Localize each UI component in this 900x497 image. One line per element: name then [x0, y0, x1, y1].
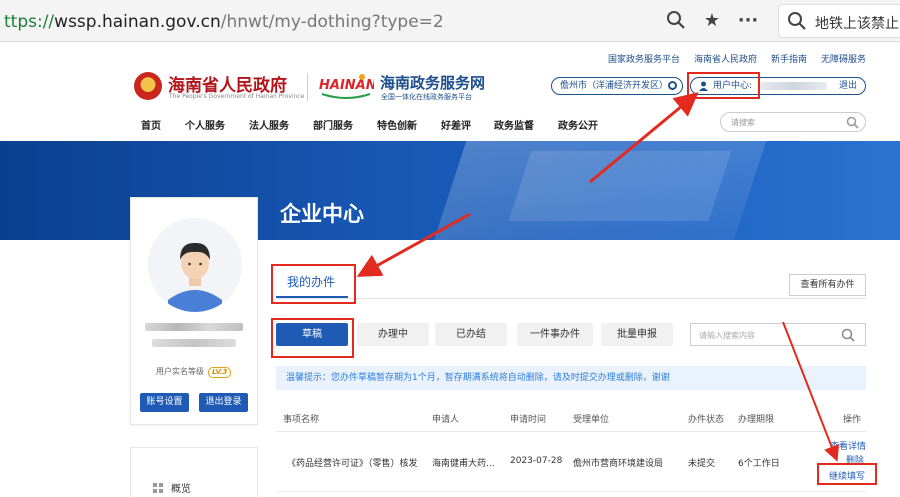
more-icon[interactable]: ··· [737, 10, 759, 32]
column-header: 申请人 [432, 415, 460, 425]
grid-icon [153, 483, 163, 493]
top-link[interactable]: 新手指南 [771, 55, 807, 65]
view-details-link[interactable]: 查看详情 [830, 439, 866, 452]
address-bar[interactable]: ttps://wssp.hainan.gov.cn/hnwt/my-dothin… [0, 4, 774, 38]
nav-item[interactable]: 部门服务 [313, 117, 353, 132]
filter-tab-one-thing[interactable]: 一件事办件 [517, 323, 593, 346]
annotation-box-continue [817, 463, 877, 485]
deadline: 6个工作日 [738, 459, 780, 469]
table-header-divider [276, 431, 866, 432]
header-logout-link[interactable]: 退出 [839, 78, 857, 94]
column-header: 申请时间 [510, 415, 547, 425]
status: 未提交 [688, 459, 716, 469]
side-menu [130, 447, 258, 497]
real-name-level-label: 用户实名等级 [156, 367, 204, 376]
row-divider [276, 491, 866, 492]
annotation-box-my-items [271, 264, 356, 304]
column-header: 事项名称 [283, 415, 320, 425]
site-search-placeholder: 请搜索 [731, 118, 755, 127]
column-header: 受理单位 [573, 415, 610, 425]
service-subtitle: 全国一体化在线政务服务平台 [381, 93, 472, 101]
applicant: 海南健甫大药... [432, 459, 495, 469]
username-redacted [759, 82, 827, 90]
browser-toolbar: ttps://wssp.hainan.gov.cn/hnwt/my-dothin… [0, 0, 900, 42]
side-menu-item-overview[interactable]: 概览 [153, 480, 191, 495]
nav-item[interactable]: 个人服务 [185, 117, 225, 132]
apply-date: 2023-07-28 [510, 456, 563, 466]
nav-item[interactable]: 政务监督 [494, 117, 534, 132]
star-icon[interactable]: ★ [701, 10, 723, 32]
tip-banner: 温馨提示：您办件草稿暂存期为1个月，暂存期满系统将自动删除，请及时提交办理或删除… [276, 366, 866, 390]
browser-search-text: 地铁上该禁止 [815, 16, 899, 32]
logout-button[interactable]: 退出登录 [199, 393, 248, 412]
region-label: 儋州市（洋浦经济开发区） [560, 81, 669, 91]
user-name-redacted [145, 323, 243, 331]
list-search-placeholder: 请输入搜索内容 [699, 331, 755, 340]
nav-item[interactable]: 特色创新 [377, 117, 417, 132]
annotation-box-user-center [687, 72, 760, 99]
item-name: 《药品经营许可证》（零售）核发 [287, 459, 418, 469]
hainan-logo[interactable]: HAINAN [318, 72, 377, 102]
location-pin-icon [668, 81, 677, 90]
nav-item[interactable]: 法人服务 [249, 117, 289, 132]
service-title[interactable]: 海南政务服务网 [380, 72, 485, 93]
nav-item[interactable]: 首页 [141, 117, 161, 132]
user-id-redacted [152, 339, 236, 347]
avatar [148, 218, 242, 312]
top-link[interactable]: 无障碍服务 [821, 55, 866, 65]
real-name-level: 用户实名等级 LV.3 [156, 366, 232, 378]
banner-screen-graphic [508, 151, 732, 221]
url-text: ttps://wssp.hainan.gov.cn/hnwt/my-dothin… [4, 12, 444, 32]
svg-text:HAINAN: HAINAN [319, 78, 374, 93]
list-search-input[interactable]: 请输入搜索内容 [690, 323, 866, 346]
annotation-box-draft [271, 318, 354, 358]
column-header: 操作 [843, 415, 862, 425]
filter-tab-batch[interactable]: 批量申报 [601, 323, 673, 346]
handling-unit: 儋州市营商环境建设局 [573, 459, 664, 469]
region-selector[interactable]: 儋州市（洋浦经济开发区） [551, 77, 683, 95]
site-search-input[interactable]: 请搜索 [720, 112, 866, 132]
national-emblem-icon [134, 72, 162, 100]
tab-divider [276, 298, 866, 299]
top-links: 国家政务服务平台 海南省人民政府 新手指南 无障碍服务 [594, 52, 866, 65]
level-badge: LV.3 [208, 367, 232, 378]
column-header: 办件状态 [688, 415, 725, 425]
view-all-items-button[interactable]: 查看所有办件 [789, 274, 866, 296]
filter-tab-processing[interactable]: 办理中 [357, 323, 429, 346]
nav-item[interactable]: 政务公开 [558, 117, 598, 132]
account-settings-button[interactable]: 账号设置 [140, 393, 189, 412]
top-link[interactable]: 海南省人民政府 [694, 55, 757, 65]
banner-title: 企业中心 [280, 202, 364, 226]
zoom-icon[interactable] [665, 10, 687, 32]
gov-subtitle: The People's Government of Hainan Provin… [169, 93, 305, 100]
top-link[interactable]: 国家政务服务平台 [608, 55, 680, 65]
search-icon [787, 11, 807, 34]
search-icon[interactable] [841, 328, 855, 345]
nav-item[interactable]: 好差评 [441, 117, 471, 132]
column-header: 办理期限 [738, 415, 775, 425]
header-divider [307, 73, 308, 101]
search-icon[interactable] [846, 116, 859, 132]
browser-search-box[interactable]: 地铁上该禁止 [778, 4, 900, 38]
filter-tab-completed[interactable]: 已办结 [435, 323, 507, 346]
